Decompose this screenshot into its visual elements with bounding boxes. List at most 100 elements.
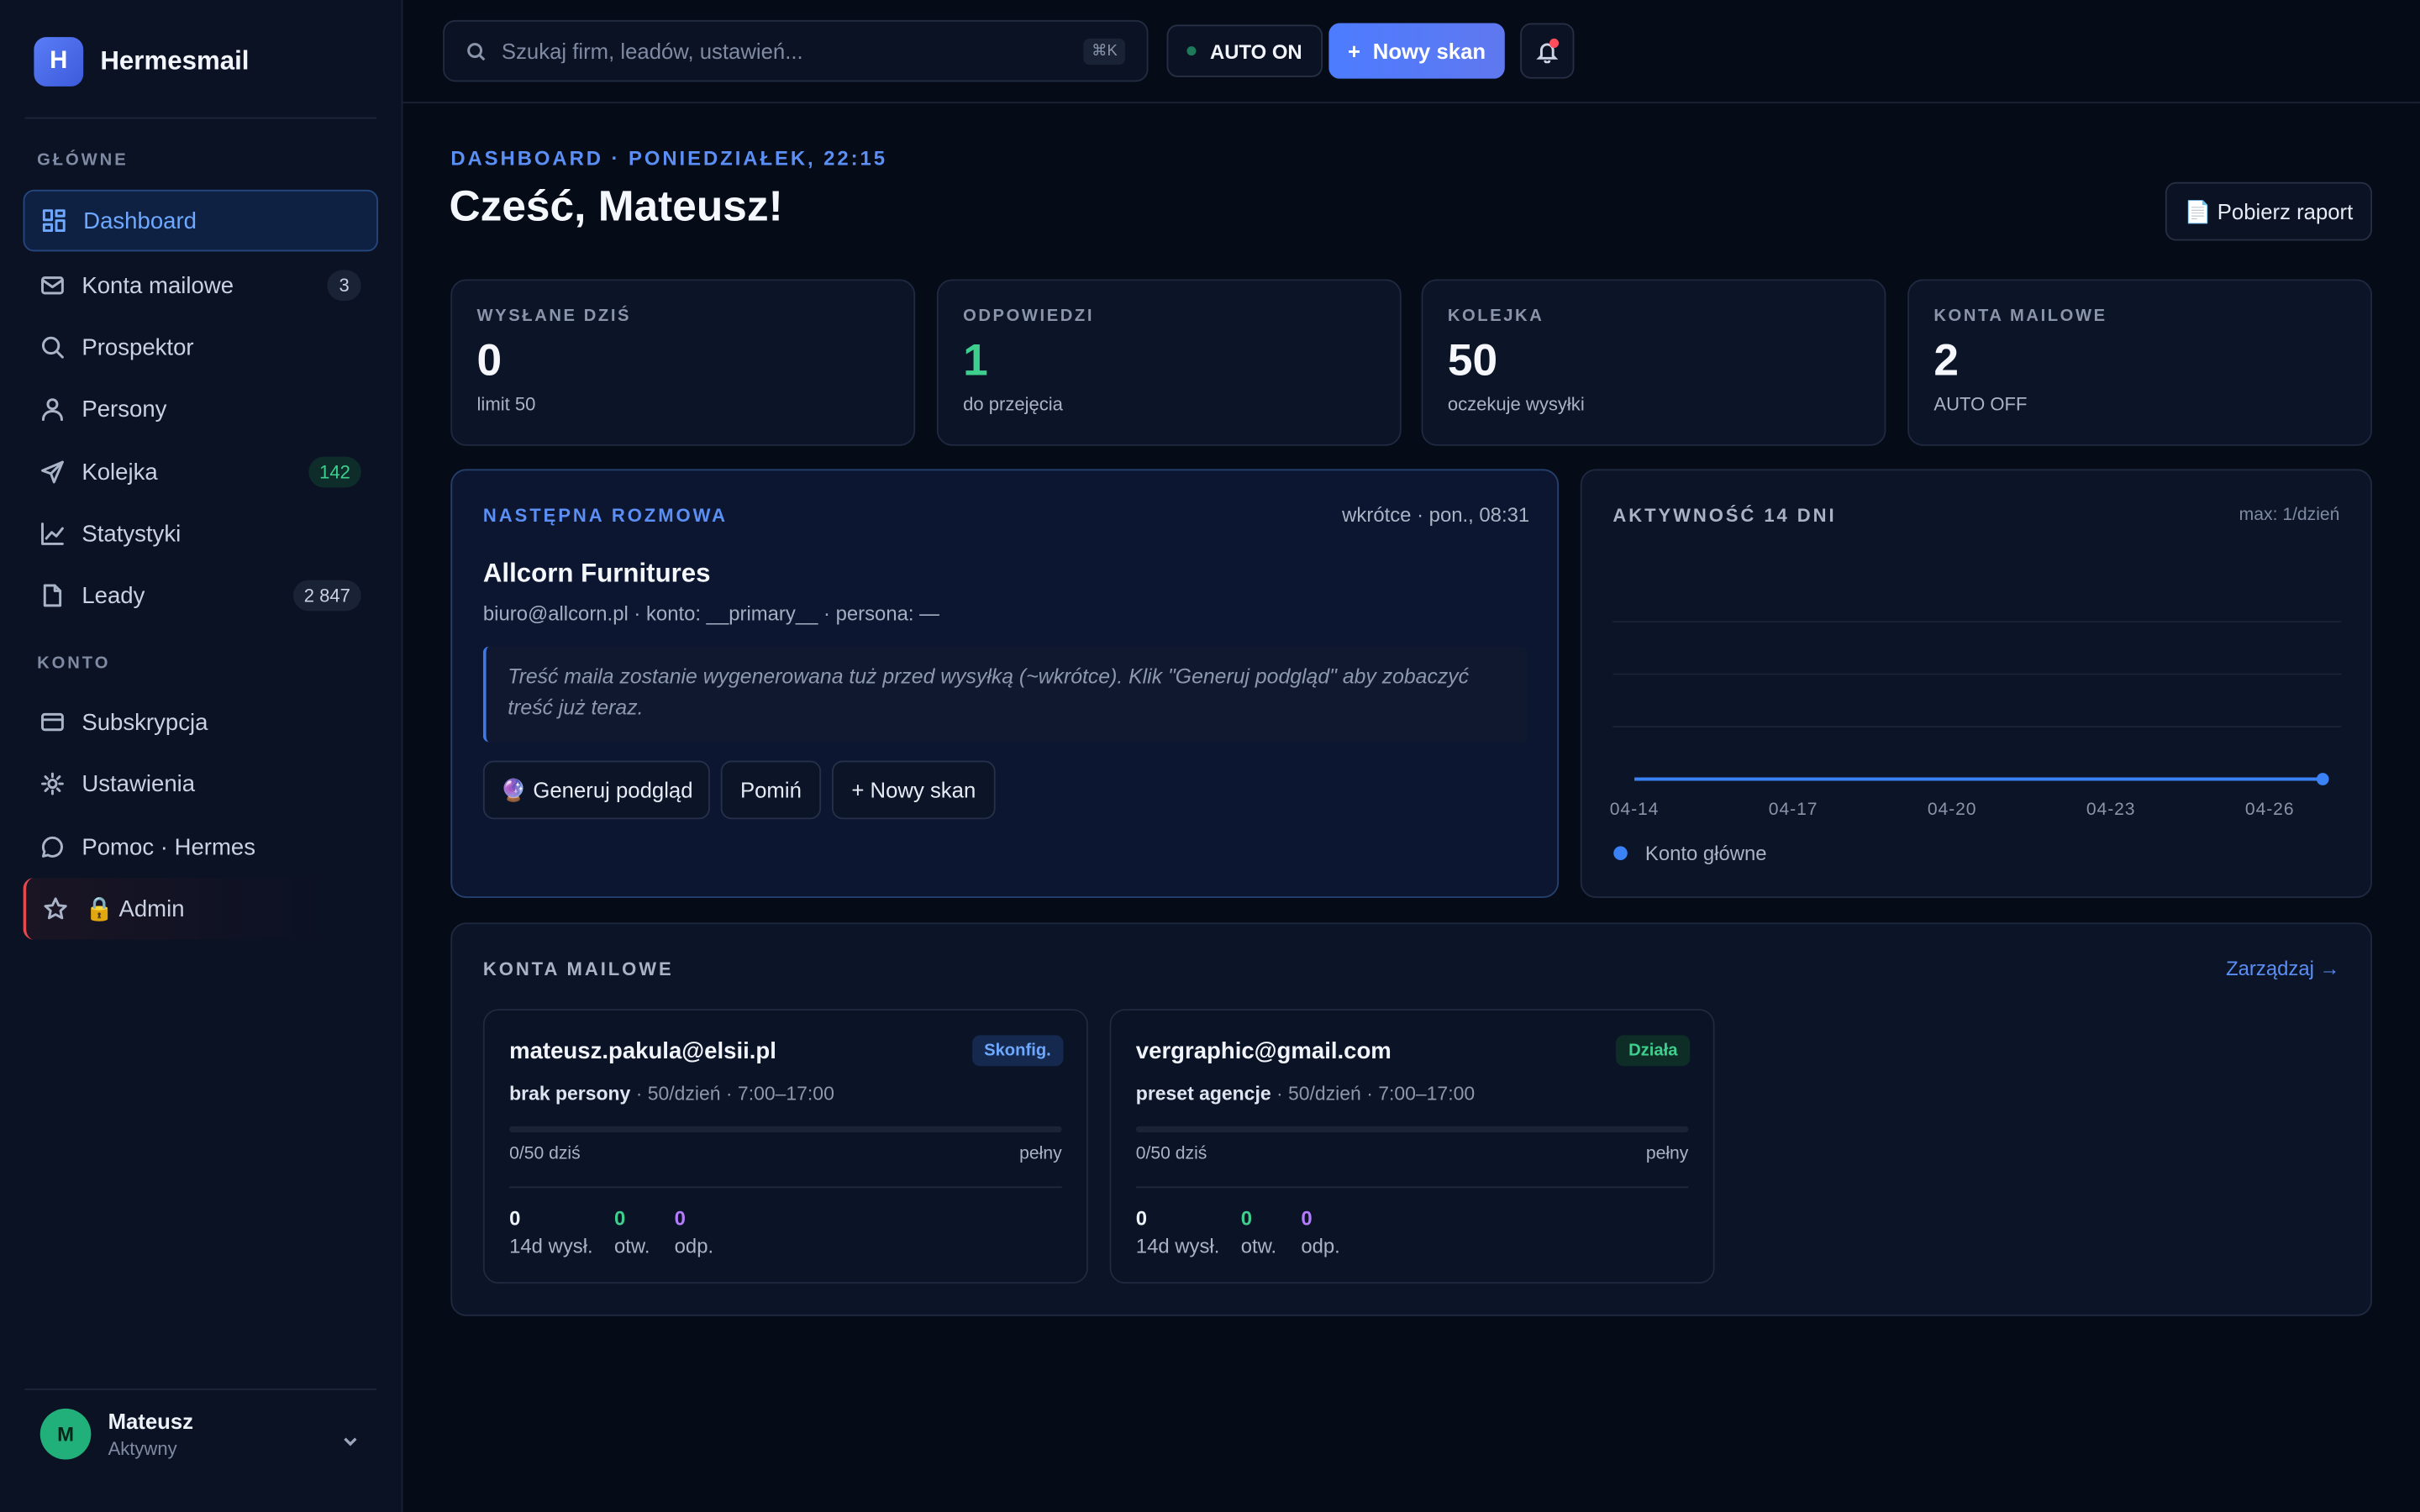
- kpi-value: 0: [1240, 1206, 1252, 1230]
- stat-card-queue: KOLEJKA 50 oczekuje wysyłki: [1421, 279, 1886, 446]
- sidebar-item-leads[interactable]: Leady 2 847: [24, 564, 378, 626]
- brand-logo: H: [34, 37, 84, 87]
- section-label-main: GŁÓWNE: [37, 150, 129, 171]
- kpi-sent: 0 14d wysł.: [1136, 1206, 1220, 1257]
- sidebar-item-dashboard[interactable]: Dashboard: [23, 189, 378, 252]
- new-scan-label: Nowy skan: [1372, 38, 1486, 64]
- new-scan-button[interactable]: + Nowy skan: [1328, 23, 1505, 79]
- search-input[interactable]: [501, 38, 1058, 64]
- stat-sub: limit 50: [476, 393, 536, 416]
- divider: [24, 117, 377, 119]
- status-dot: [1186, 46, 1197, 56]
- account-email: vergraphic@gmail.com: [1135, 1038, 1392, 1065]
- manage-link[interactable]: Zarządzaj →: [2226, 957, 2339, 980]
- activity-panel: AKTYWNOŚĆ 14 DNI max: 1/dzień 04-14 04-17…: [1580, 469, 2373, 898]
- sidebar-item-label: Ustawienia: [82, 770, 196, 797]
- sidebar-item-help[interactable]: Pomoc · Hermes: [24, 816, 378, 878]
- kpi-sent: 0 14d wysł.: [509, 1206, 593, 1257]
- divider: [1135, 1186, 1689, 1189]
- plus-icon: +: [1348, 38, 1361, 64]
- sidebar-item-label: Pomoc · Hermes: [82, 833, 256, 860]
- kpi-opened: 0 otw.: [614, 1206, 650, 1257]
- account-email: mateusz.pakula@elsii.pl: [509, 1038, 776, 1065]
- kpi-value: 0: [674, 1206, 686, 1230]
- sidebar-item-label: Subskrypcja: [82, 708, 208, 736]
- mail-icon: [40, 273, 65, 297]
- stat-sub: oczekuje wysyłki: [1447, 393, 1585, 416]
- auto-toggle-button[interactable]: AUTO ON: [1166, 24, 1323, 77]
- email-preview-note: Treść maila zostanie wygenerowana tuż pr…: [482, 646, 1528, 743]
- stat-value: 0: [476, 336, 502, 386]
- sidebar-item-prospector[interactable]: Prospektor: [24, 317, 378, 378]
- search-bar[interactable]: ⌘K: [443, 19, 1149, 82]
- sidebar-item-label: 🔒 Admin: [85, 896, 185, 923]
- generate-preview-button[interactable]: 🔮 Generuj podgląd: [482, 760, 710, 820]
- notifications-button[interactable]: [1520, 23, 1575, 79]
- kpi-label: 14d wysł.: [1135, 1234, 1220, 1257]
- sidebar-item-subscription[interactable]: Subskrypcja: [24, 691, 378, 753]
- legend-label: Konto główne: [1645, 843, 1767, 865]
- daily-progress-bar: [509, 1126, 1062, 1133]
- daily-progress-bar: [1135, 1126, 1689, 1133]
- sidebar-item-label: Persony: [82, 396, 167, 423]
- notification-dot: [1549, 38, 1560, 48]
- page-eyebrow: DASHBOARD · PONIEDZIAŁEK, 22:15: [450, 146, 887, 171]
- brand-name: Hermesmail: [100, 46, 250, 76]
- user-menu[interactable]: M Mateusz Aktywny: [39, 1408, 193, 1460]
- chevron-down-icon[interactable]: [343, 1429, 358, 1457]
- kpi-value: 0: [1301, 1206, 1313, 1230]
- search-icon: [40, 335, 65, 360]
- gear-icon: [40, 771, 65, 795]
- panel-label: NASTĘPNA ROZMOWA: [482, 504, 729, 527]
- account-persona: brak persony: [509, 1083, 631, 1105]
- next-call-time: wkrótce · pon., 08:31: [1342, 502, 1530, 527]
- sidebar: H Hermesmail GŁÓWNE Dashboard Konta mail…: [0, 0, 403, 1512]
- x-tick-label: 04-20: [1928, 800, 1977, 819]
- kpi-value: 0: [614, 1206, 626, 1230]
- mail-account-card[interactable]: vergraphic@gmail.com Działa preset agenc…: [1109, 1009, 1715, 1284]
- star-icon: [43, 896, 67, 921]
- kpi-value: 0: [509, 1206, 521, 1230]
- daily-count: 0/50 dziś: [1135, 1144, 1207, 1163]
- brand[interactable]: H Hermesmail: [34, 37, 249, 87]
- capacity-label: pełny: [1645, 1144, 1689, 1163]
- account-limits: · 50/dzień · 7:00–17:00: [1270, 1083, 1476, 1105]
- status-badge: Skonfig.: [971, 1035, 1064, 1067]
- user-status: Aktywny: [108, 1437, 177, 1460]
- sidebar-item-queue[interactable]: Kolejka 142: [24, 441, 378, 502]
- stat-value: 2: [1933, 336, 1960, 386]
- sidebar-item-statistics[interactable]: Statystyki: [24, 503, 378, 564]
- count-badge: 142: [308, 456, 361, 488]
- mail-accounts-panel: KONTA MAILOWE Zarządzaj → mateusz.pakula…: [450, 922, 2373, 1316]
- mail-account-card[interactable]: mateusz.pakula@elsii.pl Skonfig. brak pe…: [482, 1009, 1088, 1284]
- search-icon: [467, 42, 486, 60]
- sidebar-item-settings[interactable]: Ustawienia: [24, 753, 378, 814]
- stat-value: 1: [963, 336, 988, 386]
- legend-swatch: [1613, 846, 1628, 860]
- sidebar-item-mail-accounts[interactable]: Konta mailowe 3: [24, 255, 378, 316]
- count-badge: 3: [327, 270, 361, 302]
- capacity-label: pełny: [1019, 1144, 1062, 1163]
- kpi-label: odp.: [1301, 1234, 1340, 1257]
- status-badge: Działa: [1616, 1035, 1691, 1067]
- stat-value: 50: [1447, 336, 1498, 386]
- kpi-label: otw.: [1240, 1234, 1277, 1257]
- sidebar-item-personas[interactable]: Persony: [24, 378, 378, 439]
- company-name: Allcorn Furnitures: [482, 558, 711, 588]
- download-report-button[interactable]: 📄 Pobierz raport: [2165, 181, 2373, 241]
- stat-label: KONTA MAILOWE: [1933, 307, 2107, 326]
- card-icon: [40, 710, 65, 734]
- kpi-label: otw.: [614, 1234, 650, 1257]
- new-scan-secondary-button[interactable]: + Nowy skan: [831, 760, 996, 820]
- kpi-label: 14d wysł.: [509, 1234, 593, 1257]
- sidebar-item-label: Prospektor: [82, 333, 194, 360]
- file-icon: [40, 583, 65, 607]
- stat-sub: AUTO OFF: [1933, 393, 2028, 416]
- skip-button[interactable]: Pomiń: [720, 760, 822, 820]
- chat-icon: [40, 835, 65, 859]
- page-title: Cześć, Mateusz!: [449, 181, 783, 230]
- sidebar-item-admin[interactable]: 🔒 Admin: [23, 878, 378, 940]
- auto-label: AUTO ON: [1209, 39, 1302, 63]
- send-icon: [40, 459, 65, 484]
- x-tick-label: 04-14: [1610, 800, 1660, 819]
